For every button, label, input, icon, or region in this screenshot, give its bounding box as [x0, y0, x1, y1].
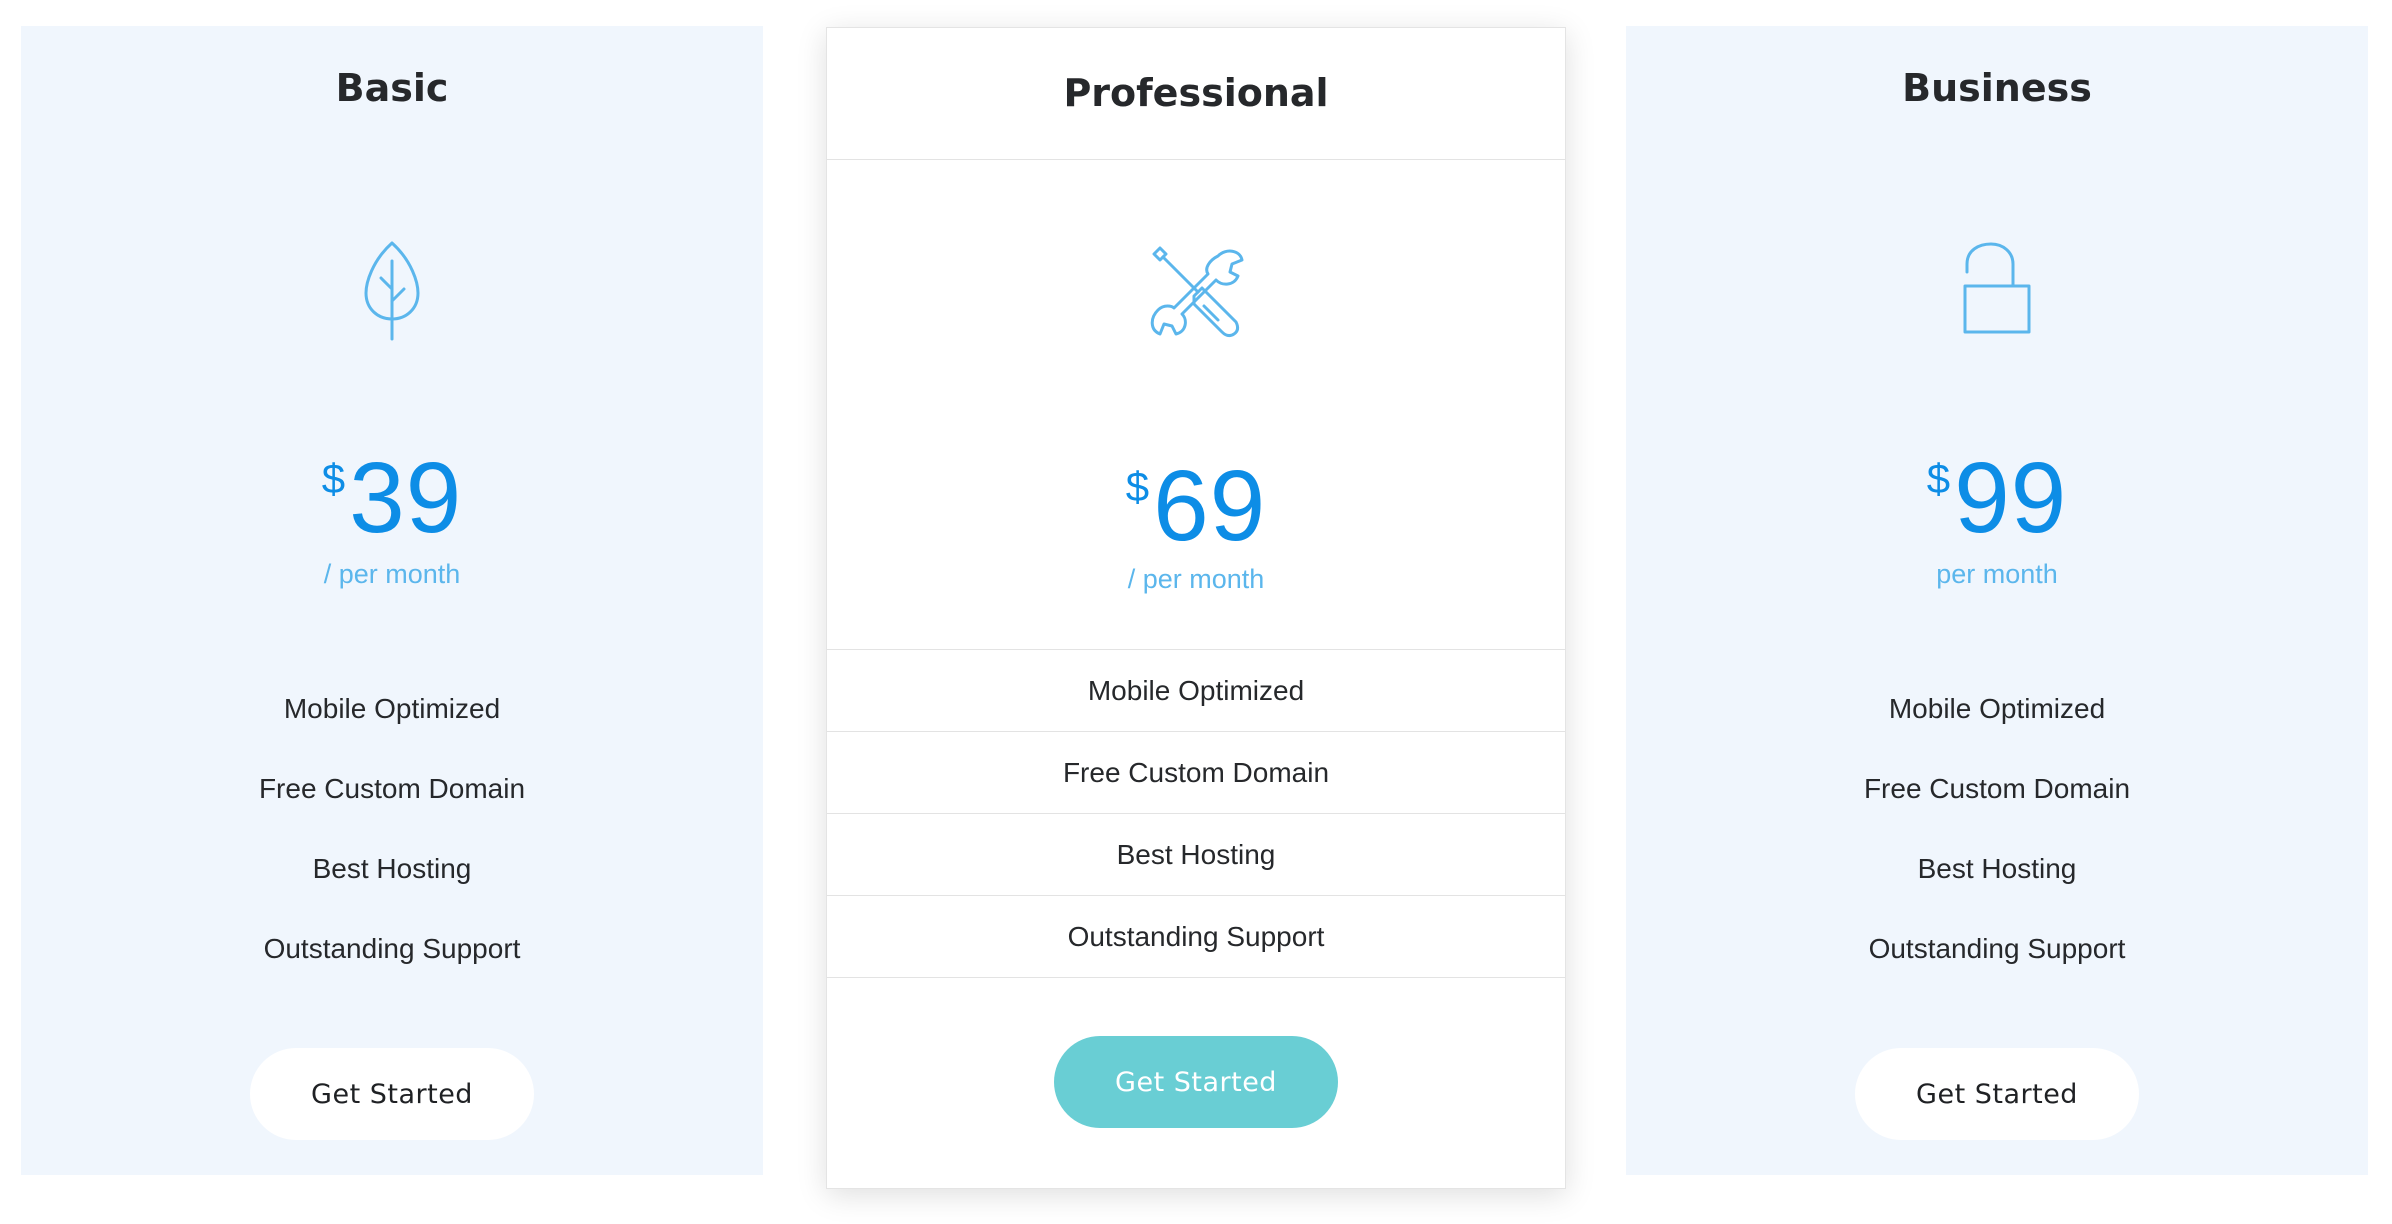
pricing-card-professional: Professional $69 / per month Mobile Opti… [826, 27, 1566, 1189]
feature-list: Mobile Optimized Free Custom Domain Best… [1626, 685, 2368, 1005]
feature-item: Free Custom Domain [1863, 773, 2131, 804]
get-started-button[interactable]: Get Started [1855, 1048, 2139, 1140]
feature-item: Best Hosting [1917, 853, 2077, 884]
plan-title: Basic [335, 66, 449, 110]
billing-period: / per month [1127, 564, 1265, 594]
feature-item: Free Custom Domain [827, 732, 1565, 814]
price: $99 [1626, 448, 2368, 548]
pricing-card-business: Business $99 per month Mobile Optimized … [1626, 26, 2368, 1175]
plan-title: Business [1902, 66, 2092, 110]
unlocked-padlock-icon [1947, 239, 2047, 339]
price: $39 [21, 448, 763, 548]
feature-item: Free Custom Domain [258, 773, 526, 804]
currency-symbol: $ [1926, 455, 1951, 502]
get-started-button[interactable]: Get Started [1054, 1036, 1338, 1128]
billing-period: / per month [323, 559, 461, 589]
feature-item: Outstanding Support [263, 933, 521, 964]
feature-item: Best Hosting [827, 814, 1565, 896]
feature-list: Mobile Optimized Free Custom Domain Best… [21, 685, 763, 1005]
price: $69 [827, 456, 1565, 556]
feature-list: Mobile Optimized Free Custom Domain Best… [827, 649, 1565, 978]
feature-item: Mobile Optimized [283, 693, 501, 724]
feature-item: Mobile Optimized [827, 650, 1565, 732]
price-amount: 99 [1954, 442, 2068, 554]
leaf-icon [342, 239, 442, 341]
feature-item: Outstanding Support [1868, 933, 2126, 964]
price-amount: 69 [1153, 450, 1267, 562]
divider [827, 159, 1565, 160]
billing-period: per month [1936, 559, 2058, 589]
price-amount: 39 [349, 442, 463, 554]
currency-symbol: $ [1125, 463, 1150, 510]
plan-title: Professional [1063, 71, 1329, 115]
feature-item: Best Hosting [312, 853, 472, 884]
feature-item: Outstanding Support [827, 896, 1565, 978]
feature-item: Mobile Optimized [1888, 693, 2106, 724]
get-started-button[interactable]: Get Started [250, 1048, 534, 1140]
currency-symbol: $ [321, 455, 346, 502]
tools-icon [1146, 244, 1246, 344]
pricing-card-basic: Basic $39 / per month Mobile Optimized F… [21, 26, 763, 1175]
